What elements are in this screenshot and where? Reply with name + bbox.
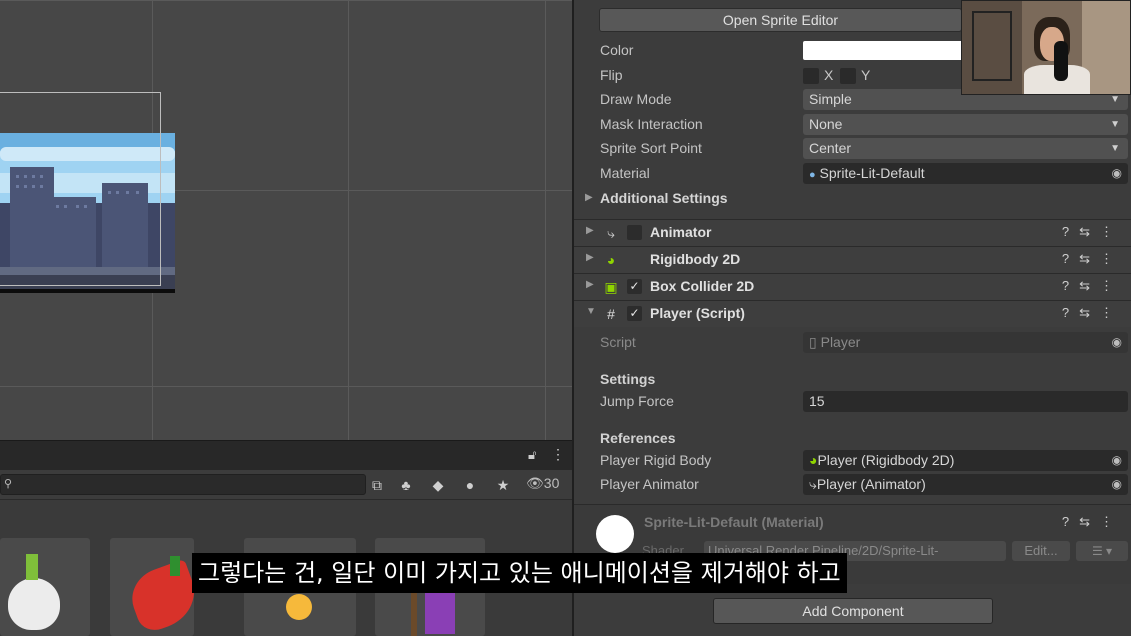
expand-arrow-icon[interactable]: ▶ bbox=[586, 252, 594, 263]
chevron-down-icon: ▼ bbox=[1110, 119, 1120, 130]
sprite-sort-point-dropdown[interactable]: Center ▼ bbox=[803, 138, 1128, 159]
project-search-input[interactable]: ⚲ bbox=[0, 474, 366, 495]
animator-enabled-checkbox[interactable] bbox=[627, 225, 642, 240]
more-options-icon[interactable]: ⋮ bbox=[551, 446, 565, 463]
material-preview bbox=[596, 515, 634, 553]
component-tools[interactable]: ?⇆⋮ bbox=[1062, 305, 1123, 321]
settings-header: Settings bbox=[600, 371, 656, 387]
color-swatch[interactable] bbox=[803, 41, 963, 60]
sprite-sort-point-row: Sprite Sort Point Center ▼ bbox=[574, 137, 1131, 161]
webcam-overlay bbox=[961, 0, 1131, 95]
player-script-enabled-checkbox[interactable]: ✓ bbox=[627, 306, 642, 321]
video-subtitle: 그렇다는 건, 일단 이미 가지고 있는 애니메이션을 제거해야 하고 bbox=[192, 553, 847, 593]
expand-arrow-icon: ▶ bbox=[585, 192, 593, 203]
collapse-arrow-icon[interactable]: ▼ bbox=[586, 306, 596, 317]
hidden-count[interactable]: 👁︎30 bbox=[526, 475, 559, 492]
grid-line bbox=[0, 0, 572, 1]
flip-y-checkbox[interactable] bbox=[840, 68, 856, 84]
asset-garlic[interactable] bbox=[0, 538, 90, 636]
component-tools[interactable]: ?⇆⋮ bbox=[1062, 224, 1123, 240]
component-tools[interactable]: ?⇆⋮ bbox=[1062, 251, 1123, 267]
camera-frame bbox=[0, 92, 161, 286]
chevron-down-icon: ▼ bbox=[1110, 143, 1120, 154]
component-rigidbody-2d[interactable]: ▶ ◕ Rigidbody 2D ?⇆⋮ bbox=[574, 246, 1131, 273]
object-picker-icon[interactable]: ◉ bbox=[1112, 163, 1122, 184]
animator-icon: ⤷ bbox=[809, 476, 817, 492]
lock-icon[interactable]: 🔓︎ bbox=[528, 447, 536, 463]
material-field[interactable]: ● Sprite-Lit-Default ◉ bbox=[803, 163, 1128, 184]
references-header: References bbox=[600, 430, 676, 446]
component-box-collider-2d[interactable]: ▶ ▣ ✓ Box Collider 2D ?⇆⋮ bbox=[574, 273, 1131, 300]
script-icon: # bbox=[607, 306, 615, 322]
search-by-label-icon[interactable]: ♣ bbox=[393, 474, 419, 496]
inspector-panel: Open Sprite Editor Color Flip X Y Draw M… bbox=[572, 0, 1131, 636]
script-field: ▯ Player ◉ bbox=[803, 332, 1128, 353]
flip-x-checkbox[interactable] bbox=[803, 68, 819, 84]
object-picker-icon[interactable]: ◉ bbox=[1112, 450, 1122, 471]
shader-edit-button[interactable]: Edit... bbox=[1012, 541, 1070, 561]
additional-settings-row[interactable]: ▶ Additional Settings bbox=[574, 187, 1131, 211]
expand-arrow-icon[interactable]: ▶ bbox=[586, 279, 594, 290]
grid-line bbox=[545, 0, 546, 440]
favorite-star-icon[interactable]: ★ bbox=[490, 474, 516, 496]
open-sprite-editor-button[interactable]: Open Sprite Editor bbox=[599, 8, 962, 32]
component-animator[interactable]: ▶ ⤷ Animator ?⇆⋮ bbox=[574, 219, 1131, 246]
warning-icon[interactable]: ● bbox=[457, 474, 483, 496]
jump-force-row: Jump Force 15 bbox=[574, 390, 1131, 414]
object-picker-icon: ◉ bbox=[1111, 335, 1122, 349]
mask-interaction-row: Mask Interaction None ▼ bbox=[574, 113, 1131, 137]
search-by-type-icon[interactable]: ⧉ bbox=[364, 474, 390, 496]
asset-chili-pepper[interactable] bbox=[110, 538, 194, 636]
unity-editor: 🔓︎ ⋮ ⚲ ⧉ ♣ ◆ ● ★ 👁︎30 Open Sprite Editor… bbox=[0, 0, 1131, 636]
script-row: Script ▯ Player ◉ bbox=[574, 331, 1131, 355]
search-icon: ⚲ bbox=[4, 478, 13, 490]
scene-view[interactable] bbox=[0, 0, 572, 440]
material-icon: ● bbox=[809, 169, 816, 181]
script-file-icon: ▯ bbox=[809, 334, 817, 350]
object-picker-icon[interactable]: ◉ bbox=[1112, 474, 1122, 495]
grid-line bbox=[0, 386, 572, 387]
project-toolbar: ⚲ ⧉ ♣ ◆ ● ★ 👁︎30 bbox=[0, 470, 572, 500]
player-rigid-body-field[interactable]: ◕Player (Rigidbody 2D) ◉ bbox=[803, 450, 1128, 471]
project-header: 🔓︎ ⋮ bbox=[0, 440, 572, 470]
shader-options-icon[interactable]: ☰ ▾ bbox=[1076, 541, 1128, 561]
tag-icon[interactable]: ◆ bbox=[425, 474, 451, 496]
component-tools[interactable]: ?⇆⋮ bbox=[1062, 278, 1123, 294]
box-collider-icon: ▣ bbox=[604, 279, 618, 295]
player-rigid-body-row: Player Rigid Body ◕Player (Rigidbody 2D)… bbox=[574, 449, 1131, 473]
component-player-script[interactable]: ▼ # ✓ Player (Script) ?⇆⋮ bbox=[574, 300, 1131, 327]
mask-interaction-dropdown[interactable]: None ▼ bbox=[803, 114, 1128, 135]
material-row: Material ● Sprite-Lit-Default ◉ bbox=[574, 162, 1131, 186]
expand-arrow-icon[interactable]: ▶ bbox=[586, 225, 594, 236]
player-animator-field[interactable]: ⤷Player (Animator) ◉ bbox=[803, 474, 1128, 495]
add-component-button[interactable]: Add Component bbox=[713, 598, 993, 624]
player-animator-row: Player Animator ⤷Player (Animator) ◉ bbox=[574, 473, 1131, 497]
box-collider-enabled-checkbox[interactable]: ✓ bbox=[627, 279, 642, 294]
jump-force-input[interactable]: 15 bbox=[803, 391, 1128, 412]
grid-line bbox=[348, 0, 349, 440]
eye-icon: 👁︎ bbox=[526, 475, 544, 491]
animator-icon: ⤷ bbox=[607, 225, 615, 241]
component-tools[interactable]: ?⇆⋮ bbox=[1062, 514, 1123, 530]
rigidbody-icon: ◕ bbox=[606, 252, 616, 268]
